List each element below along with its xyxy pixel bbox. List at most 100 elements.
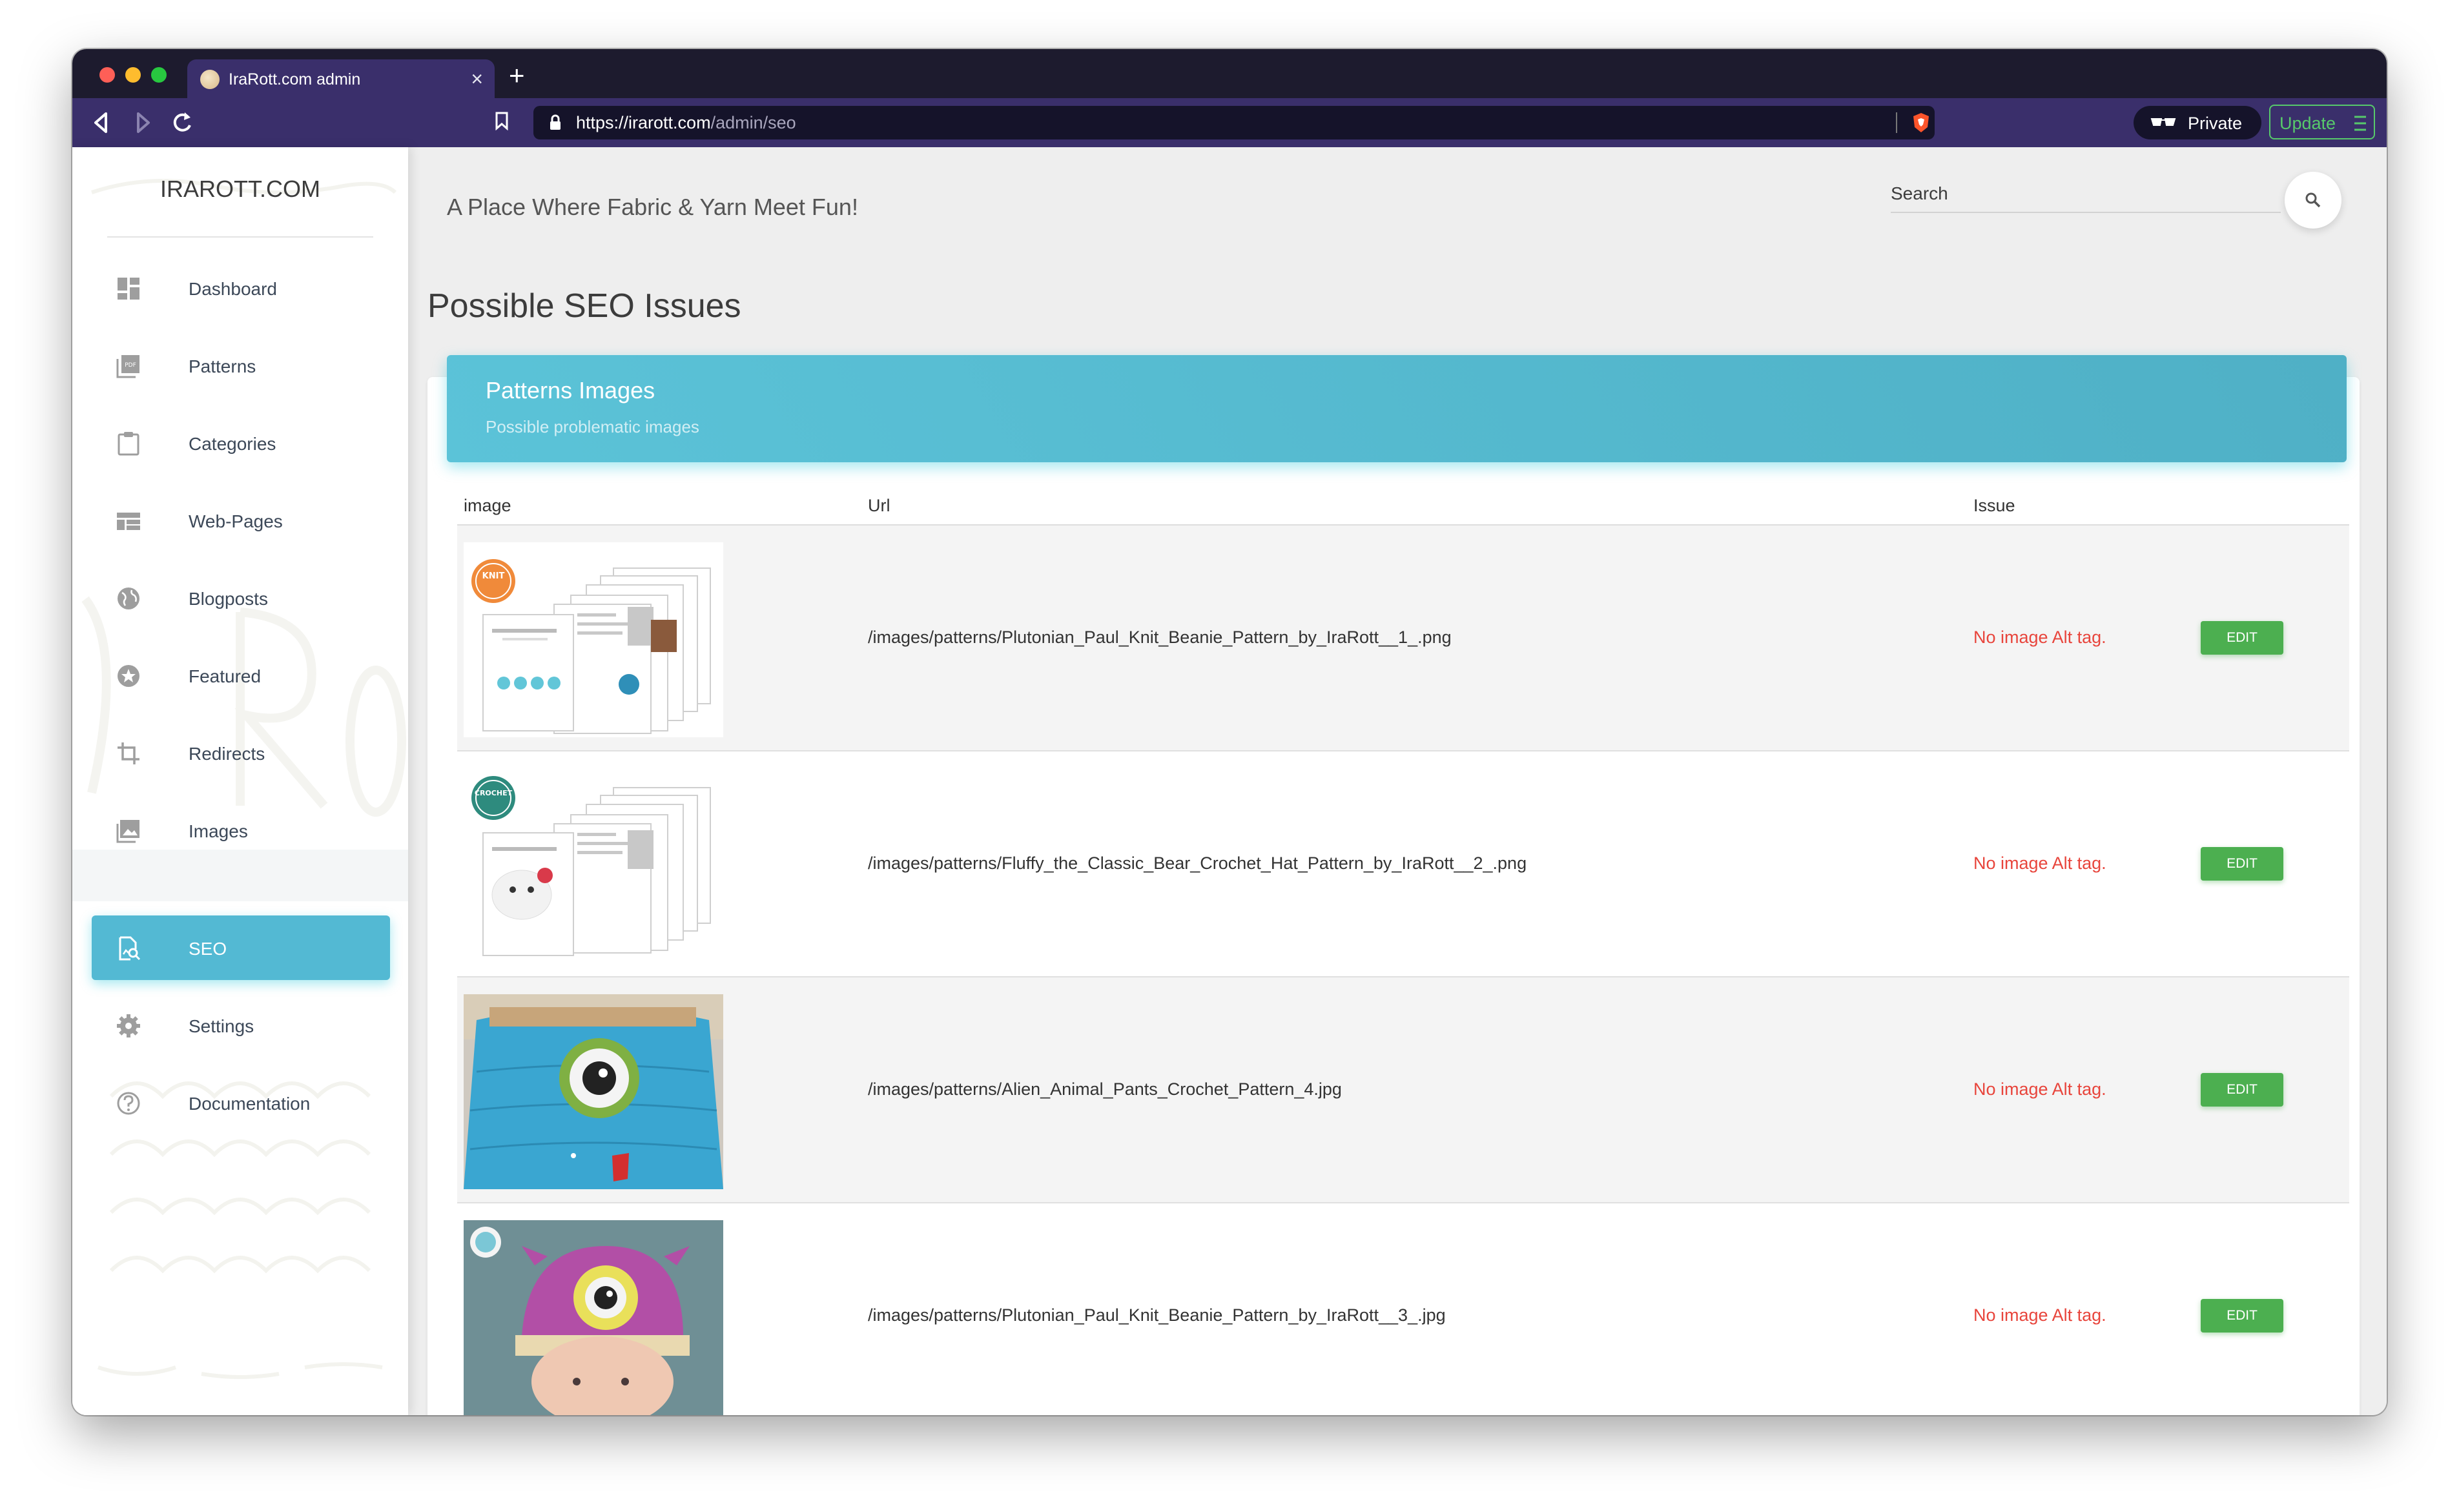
private-label: Private bbox=[2188, 114, 2243, 133]
url-host: https://irarott.com bbox=[576, 113, 711, 132]
star-icon bbox=[118, 665, 139, 687]
blue-alien-pants-thumbnail bbox=[464, 994, 723, 1189]
browser-tab[interactable]: IraRott.com admin × bbox=[187, 59, 495, 98]
sidebar-item-dashboard[interactable]: Dashboard bbox=[92, 256, 390, 320]
browser-tab-bar: IraRott.com admin × + bbox=[72, 49, 2387, 98]
image-icon bbox=[116, 820, 139, 843]
pdf-icon: PDF bbox=[116, 355, 139, 378]
image-url: /images/patterns/Plutonian_Paul_Knit_Bea… bbox=[868, 628, 1452, 647]
issue-text: No image Alt tag. bbox=[1973, 1305, 2106, 1325]
close-window-button[interactable] bbox=[99, 67, 115, 83]
sidebar-item-label: Blogposts bbox=[189, 589, 268, 609]
edit-button[interactable]: EDIT bbox=[2201, 1073, 2283, 1107]
table-row: /images/patterns/Plutonian_Paul_Knit_Bea… bbox=[457, 1203, 2349, 1415]
sidebar-item-label: SEO bbox=[189, 939, 227, 959]
sidebar-item-label: Categories bbox=[189, 434, 276, 454]
edit-button[interactable]: EDIT bbox=[2201, 1299, 2283, 1333]
search-button[interactable] bbox=[2285, 172, 2341, 229]
sidebar-item-label: Settings bbox=[189, 1016, 254, 1036]
sidebar-item-patterns[interactable]: PDF Patterns bbox=[92, 333, 390, 398]
bookmark-icon[interactable] bbox=[495, 111, 509, 130]
update-label: Update bbox=[2279, 114, 2336, 133]
search-icon bbox=[2305, 192, 2321, 208]
update-button[interactable]: Update bbox=[2269, 105, 2375, 139]
sidebar-item-documentation[interactable]: Documentation bbox=[92, 1070, 390, 1135]
page-title: Possible SEO Issues bbox=[427, 287, 741, 325]
clipboard-icon bbox=[118, 432, 139, 456]
table-row: /images/patterns/Alien_Animal_Pants_Croc… bbox=[457, 977, 2349, 1203]
sidebar-item-categories[interactable]: Categories bbox=[92, 411, 390, 475]
private-glasses-icon bbox=[2150, 118, 2176, 126]
browser-window: IraRott.com admin × + https://irarott.co… bbox=[72, 49, 2387, 1415]
minimize-window-button[interactable] bbox=[125, 67, 141, 83]
sidebar-item-label: Web-Pages bbox=[189, 511, 283, 531]
lock-icon bbox=[550, 114, 561, 130]
edit-button[interactable]: EDIT bbox=[2201, 621, 2283, 655]
sidebar-item-label: Redirects bbox=[189, 744, 265, 764]
web-icon bbox=[117, 513, 140, 530]
image-url: /images/patterns/Fluffy_the_Classic_Bear… bbox=[868, 853, 1527, 873]
svg-text:CROCHET: CROCHET bbox=[475, 789, 513, 797]
site-logo[interactable]: IRAROTT.COM bbox=[72, 176, 408, 203]
private-window-badge[interactable]: Private bbox=[2134, 106, 2261, 139]
sidebar-item-web-pages[interactable]: Web-Pages bbox=[92, 488, 390, 553]
column-header-url: Url bbox=[868, 496, 890, 515]
brave-shield-icon[interactable] bbox=[1911, 112, 1931, 134]
crop-icon bbox=[118, 742, 139, 764]
table-row: KNIT /images/patterns/Plutonian_Paul_Kni… bbox=[457, 526, 2349, 751]
sidebar-item-redirects[interactable]: Redirects bbox=[92, 720, 390, 785]
edit-button[interactable]: EDIT bbox=[2201, 847, 2283, 881]
dashboard-icon bbox=[118, 278, 139, 300]
browser-toolbar: https://irarott.com/admin/seo Private Up… bbox=[72, 98, 2387, 147]
url-text: https://irarott.com/admin/seo bbox=[576, 113, 796, 133]
image-url: /images/patterns/Alien_Animal_Pants_Croc… bbox=[868, 1079, 1342, 1099]
sidebar-item-label: Documentation bbox=[189, 1094, 311, 1114]
page: IRAROTT.COM Dashboard PDF Patterns Categ… bbox=[72, 147, 2387, 1415]
issue-text: No image Alt tag. bbox=[1973, 628, 2106, 647]
sidebar-item-label: Dashboard bbox=[189, 279, 277, 299]
table-row: CROCHET /images/patterns/Fluffy_the_Clas… bbox=[457, 751, 2349, 977]
logo-divider bbox=[107, 236, 373, 238]
issue-text: No image Alt tag. bbox=[1973, 853, 2106, 873]
url-path: /admin/seo bbox=[710, 113, 796, 132]
gear-icon bbox=[117, 1014, 140, 1037]
sidebar-item-label: Patterns bbox=[189, 356, 256, 376]
menu-icon bbox=[2354, 116, 2366, 131]
globe-icon bbox=[118, 587, 139, 609]
url-separator bbox=[1896, 112, 1897, 133]
column-header-image: image bbox=[464, 496, 511, 515]
reload-icon[interactable] bbox=[170, 110, 194, 136]
maximize-window-button[interactable] bbox=[151, 67, 167, 83]
sidebar-item-featured[interactable]: Featured bbox=[92, 643, 390, 708]
sidebar-item-settings[interactable]: Settings bbox=[92, 993, 390, 1057]
site-tagline: A Place Where Fabric & Yarn Meet Fun! bbox=[447, 194, 858, 220]
svg-text:KNIT: KNIT bbox=[482, 571, 505, 581]
favicon-icon bbox=[200, 70, 220, 89]
tab-close-icon[interactable]: × bbox=[471, 67, 483, 91]
crochet-pattern-thumbnail: CROCHET bbox=[464, 768, 723, 963]
sidebar-item-blogposts[interactable]: Blogposts bbox=[92, 566, 390, 630]
help-icon bbox=[117, 1092, 140, 1115]
knit-pattern-thumbnail: KNIT bbox=[464, 542, 723, 737]
seo-icon bbox=[119, 936, 141, 961]
sidebar-item-seo[interactable]: SEO bbox=[92, 915, 390, 980]
card-title: Patterns Images bbox=[486, 377, 655, 404]
image-url: /images/patterns/Plutonian_Paul_Knit_Bea… bbox=[868, 1305, 1446, 1325]
back-icon[interactable] bbox=[92, 110, 111, 136]
forward-icon[interactable] bbox=[133, 110, 152, 136]
sidebar: IRAROTT.COM Dashboard PDF Patterns Categ… bbox=[72, 147, 408, 1415]
svg-text:PDF: PDF bbox=[125, 362, 136, 369]
main-content: A Place Where Fabric & Yarn Meet Fun! Se… bbox=[408, 147, 2387, 1415]
card-subtitle: Possible problematic images bbox=[486, 417, 699, 436]
purple-alien-beanie-thumbnail bbox=[464, 1220, 723, 1415]
new-tab-button[interactable]: + bbox=[509, 62, 525, 89]
sidebar-item-label: Images bbox=[189, 821, 248, 841]
sidebar-item-images[interactable]: Images bbox=[92, 798, 390, 863]
search-input[interactable]: Search bbox=[1891, 183, 1948, 204]
card-header: Patterns Images Possible problematic ima… bbox=[447, 355, 2347, 462]
tab-title: IraRott.com admin bbox=[229, 70, 361, 88]
issue-text: No image Alt tag. bbox=[1973, 1079, 2106, 1099]
address-bar[interactable]: https://irarott.com/admin/seo bbox=[533, 106, 1935, 139]
sidebar-item-label: Featured bbox=[189, 666, 262, 686]
search-underline bbox=[1891, 212, 2281, 213]
